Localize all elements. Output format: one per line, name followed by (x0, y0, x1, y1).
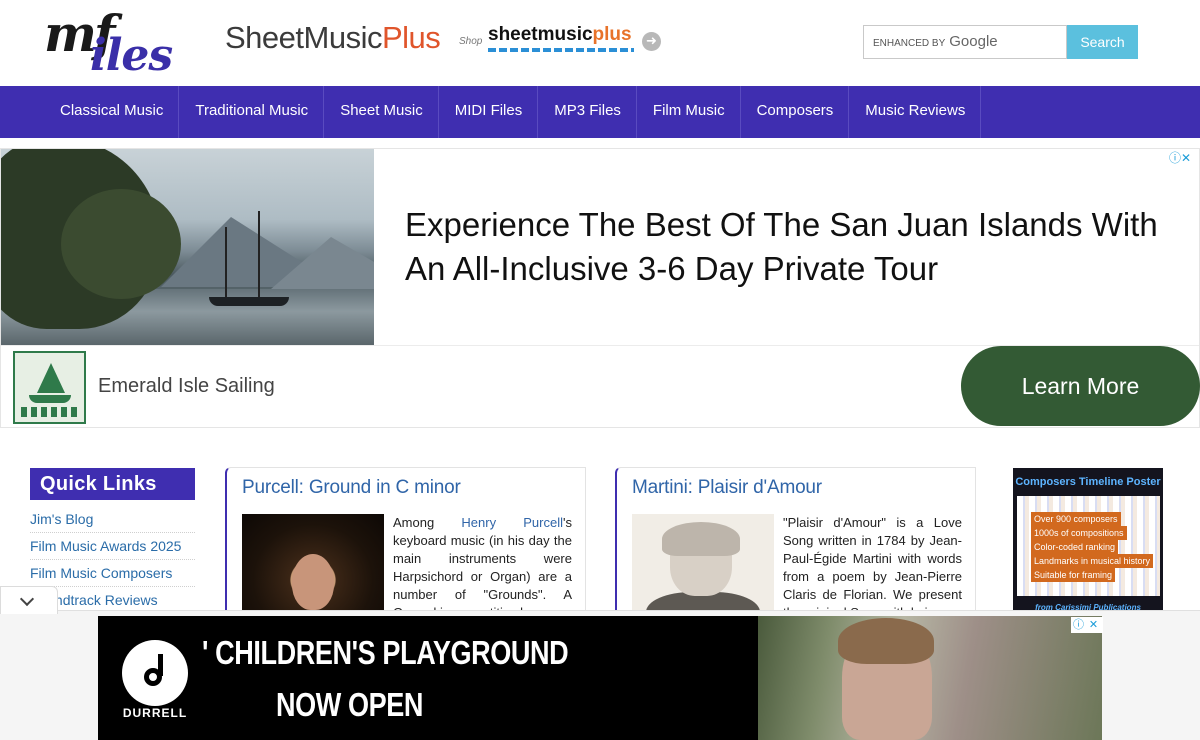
nav-item-traditional-music[interactable]: Traditional Music (179, 86, 325, 138)
poster-bullet: Landmarks in musical history (1031, 554, 1154, 568)
collapse-ad-button[interactable] (0, 586, 58, 614)
ad-headline[interactable]: Experience The Best Of The San Juan Isla… (405, 203, 1165, 291)
ad-photo-mast (225, 227, 227, 299)
portrait-hair (662, 522, 740, 556)
quick-link-film-music-composers[interactable]: Film Music Composers (30, 560, 195, 587)
close-icon[interactable]: ✕ (1086, 617, 1101, 633)
article-excerpt-start: Among (393, 515, 462, 530)
article-title[interactable]: Purcell: Ground in C minor (242, 477, 461, 499)
logo-part-files: iles (90, 30, 173, 81)
search-enhanced-by: ENHANCED BY (873, 38, 946, 49)
poster-bullet: Suitable for framing (1031, 568, 1116, 582)
site-header: mf iles SheetMusicPlus Shop sheetmusicpl… (0, 0, 1200, 86)
article-title[interactable]: Martini: Plaisir d'Amour (632, 477, 822, 499)
nav-item-composers[interactable]: Composers (741, 86, 850, 138)
ad-photo-tree-2 (61, 189, 181, 299)
shop-dots-decoration (488, 48, 634, 52)
search-box: ENHANCED BY Google Search (863, 25, 1138, 59)
bottom-ad-photo-child (758, 616, 1102, 740)
durrell-logo (122, 640, 188, 706)
chevron-down-icon (19, 591, 35, 607)
portrait-face (292, 554, 334, 610)
shop-sheetmusicplus-banner[interactable]: Shop sheetmusicplus ➜ (458, 24, 668, 58)
search-input[interactable]: ENHANCED BY Google (863, 25, 1067, 59)
nav-item-midi-files[interactable]: MIDI Files (439, 86, 539, 138)
search-button[interactable]: Search (1067, 25, 1138, 59)
info-icon[interactable]: ⓘ (1071, 617, 1086, 633)
ad-advertiser-logo[interactable] (13, 351, 86, 424)
ad-advertiser-name[interactable]: Emerald Isle Sailing (98, 375, 275, 398)
shop-brand: sheetmusicplus (488, 24, 632, 46)
ad-photo-mast-2 (258, 211, 260, 299)
nav-item-classical-music[interactable]: Classical Music (44, 86, 180, 138)
main-nav: Classical Music Traditional Music Sheet … (0, 86, 1200, 138)
nav-item-film-music[interactable]: Film Music (637, 86, 741, 138)
bottom-ad-headline: ' CHILDREN'S PLAYGROUND (202, 634, 569, 671)
photo-child-hair (838, 618, 934, 664)
ad-photo-mountain-2 (271, 237, 374, 289)
nav-item-mp3-files[interactable]: MP3 Files (538, 86, 637, 138)
bottom-ad-controls: ⓘ ✕ (1071, 617, 1103, 633)
poster-image: Over 900 composers 1000s of compositions… (1017, 496, 1160, 596)
quick-links-title: Quick Links (30, 468, 195, 500)
nav-item-sheet-music[interactable]: Sheet Music (324, 86, 439, 138)
poster-bullet: Color-coded ranking (1031, 540, 1119, 554)
article-card-purcell: Purcell: Ground in C minor Among Henry P… (225, 467, 586, 627)
google-logo: Google (949, 33, 998, 50)
sailboat-icon (37, 363, 65, 393)
poster-title: Composers Timeline Poster (1015, 476, 1161, 488)
article-card-martini: Martini: Plaisir d'Amour "Plaisir d'Amou… (615, 467, 976, 627)
henry-purcell-link[interactable]: Henry Purcell (461, 515, 563, 530)
sheetmusicplus-logo[interactable]: SheetMusicPlus (225, 20, 441, 56)
poster-bullet: 1000s of compositions (1031, 526, 1127, 540)
shop-label: Shop (459, 36, 483, 47)
article-excerpt-rest: 's keyboard music (in his day the main i… (393, 515, 572, 620)
article-excerpt: Among Henry Purcell's keyboard music (in… (393, 514, 572, 622)
article-excerpt: "Plaisir d'Amour" is a Love Song written… (783, 515, 962, 620)
shop-brand-text: sheetmusic (488, 24, 593, 45)
logo-ring (144, 668, 162, 686)
arrow-right-icon[interactable]: ➜ (642, 32, 661, 51)
durrell-brand-name: DURRELL (122, 706, 188, 720)
ad-photo-sailboat[interactable] (1, 149, 374, 345)
ad-learn-more-button[interactable]: Learn More (961, 346, 1200, 426)
quick-link-film-music-awards[interactable]: Film Music Awards 2025 (30, 533, 195, 560)
ad-photo-boat (209, 297, 289, 306)
mfiles-logo[interactable]: mf iles (44, 4, 200, 84)
advertisement-banner[interactable]: Experience The Best Of The San Juan Isla… (0, 148, 1200, 428)
sailboat-hull-icon (29, 395, 71, 403)
nav-item-music-reviews[interactable]: Music Reviews (849, 86, 982, 138)
shop-brand-plus: plus (592, 24, 632, 45)
sheetmusicplus-logo-text: SheetMusic (225, 20, 382, 55)
composers-timeline-poster-ad[interactable]: Composers Timeline Poster Over 900 compo… (1013, 468, 1163, 618)
waves-icon (21, 407, 79, 417)
ad-info-icon[interactable]: ⓘ✕ (1169, 149, 1191, 166)
sheetmusicplus-logo-plus: Plus (381, 20, 441, 55)
poster-bullet: Over 900 composers (1031, 512, 1121, 526)
quick-link-jims-blog[interactable]: Jim's Blog (30, 506, 195, 533)
bottom-advertisement[interactable]: DURRELL ' CHILDREN'S PLAYGROUND NOW OPEN (98, 616, 1102, 740)
bottom-ad-subheadline: NOW OPEN (276, 686, 424, 723)
